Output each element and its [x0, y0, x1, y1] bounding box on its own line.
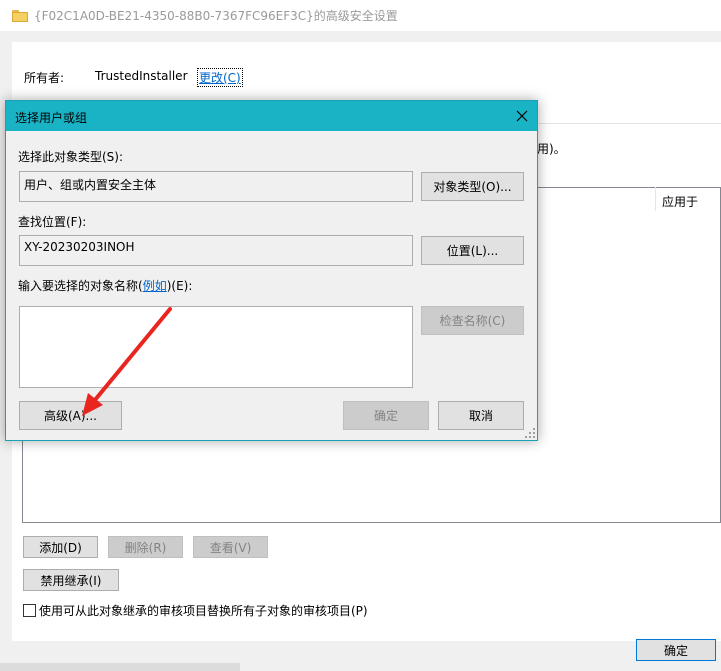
check-names-button[interactable]: 检查名称(C)	[421, 306, 524, 335]
change-owner-link[interactable]: 更改(C)	[197, 68, 243, 87]
close-icon	[516, 110, 527, 122]
examples-link[interactable]: 例如	[143, 279, 167, 293]
enter-names-prefix: 输入要选择的对象名称(	[18, 279, 143, 293]
locations-button[interactable]: 位置(L)...	[421, 236, 524, 265]
hint-text: 用)。	[537, 142, 566, 156]
close-button[interactable]	[506, 101, 537, 131]
add-button[interactable]: 添加(D)	[23, 536, 98, 558]
dialog-titlebar: 选择用户或组	[6, 101, 537, 131]
owner-value: TrustedInstaller	[95, 69, 188, 83]
owner-label: 所有者:	[24, 71, 65, 85]
dialog-cancel-button[interactable]: 取消	[438, 401, 524, 430]
advanced-button[interactable]: 高级(A)...	[19, 401, 122, 430]
select-users-or-groups-dialog: 选择用户或组 选择此对象类型(S): 用户、组或内置安全主体 对象类型(O)..…	[5, 100, 538, 441]
replace-child-entries-label: 使用可从此对象继承的审核项目替换所有子对象的审核项目(P)	[39, 604, 368, 618]
dialog-title: 选择用户或组	[15, 111, 88, 125]
column-header-apply-to[interactable]: 应用于	[662, 193, 698, 210]
window-title: {F02C1A0D-BE21-4350-88B0-7367FC96EF3C}的高…	[34, 9, 398, 23]
object-types-button[interactable]: 对象类型(O)...	[421, 172, 524, 201]
window-titlebar: {F02C1A0D-BE21-4350-88B0-7367FC96EF3C}的高…	[0, 0, 721, 31]
view-button[interactable]: 查看(V)	[193, 536, 268, 558]
dialog-ok-button[interactable]: 确定	[343, 401, 429, 430]
enter-object-names-label: 输入要选择的对象名称(例如)(E):	[18, 277, 192, 294]
remove-button[interactable]: 删除(R)	[108, 536, 183, 558]
resize-grip[interactable]	[525, 428, 535, 438]
location-field: XY-20230203INOH	[19, 235, 413, 266]
folder-icon	[12, 9, 28, 22]
object-names-textarea[interactable]	[19, 306, 413, 388]
column-separator	[655, 187, 656, 211]
bottom-strip	[0, 663, 240, 671]
location-label: 查找位置(F):	[18, 215, 87, 229]
replace-child-entries-checkbox[interactable]	[23, 604, 36, 617]
window-ok-button[interactable]: 确定	[636, 639, 716, 661]
disable-inheritance-button[interactable]: 禁用继承(I)	[23, 569, 119, 591]
object-type-label: 选择此对象类型(S):	[18, 150, 124, 164]
enter-names-suffix: )(E):	[166, 279, 193, 293]
object-type-field: 用户、组或内置安全主体	[19, 171, 413, 202]
